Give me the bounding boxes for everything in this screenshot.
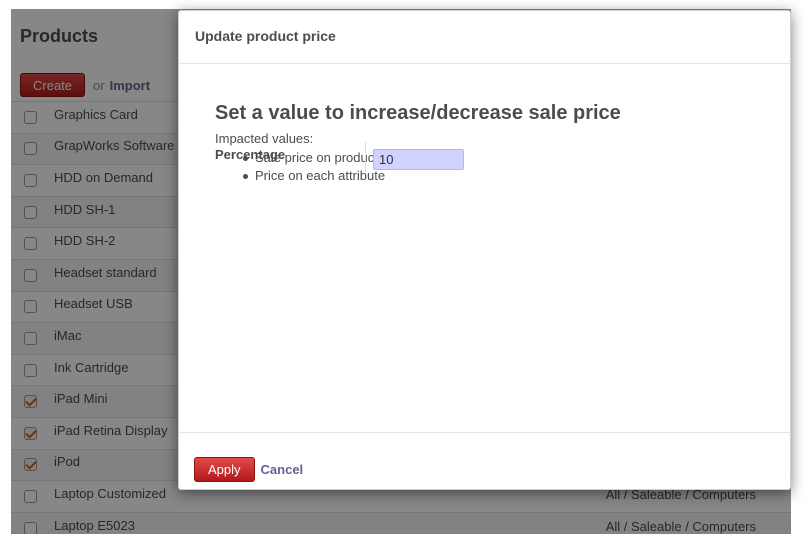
dialog-header: Update product price: [179, 11, 790, 64]
dialog-heading: Set a value to increase/decrease sale pr…: [215, 102, 621, 124]
dialog-title: Update product price: [195, 28, 336, 44]
percentage-input[interactable]: [373, 149, 464, 170]
percentage-field-row: Percentage: [215, 142, 615, 174]
dialog-body: Set a value to increase/decrease sale pr…: [179, 64, 790, 434]
cancel-link[interactable]: Cancel: [261, 462, 304, 477]
percentage-label: Percentage: [215, 147, 286, 162]
apply-button[interactable]: Apply: [194, 456, 255, 482]
update-price-dialog: Update product price Set a value to incr…: [178, 10, 791, 490]
field-separator: [365, 142, 366, 174]
dialog-footer: Apply Cancel: [179, 432, 790, 489]
